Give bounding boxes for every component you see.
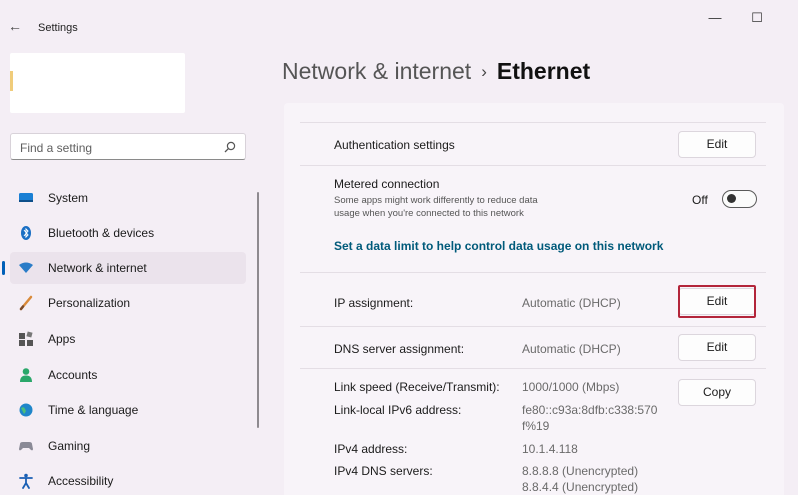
sidebar-item-apps[interactable]: Apps xyxy=(10,323,246,355)
sidebar-item-label: Accounts xyxy=(48,368,98,382)
dns-assignment-value: Automatic (DHCP) xyxy=(522,342,621,356)
app-title: Settings xyxy=(38,22,78,34)
ipv6-label: Link-local IPv6 address: xyxy=(334,403,462,417)
link-speed-label: Link speed (Receive/Transmit): xyxy=(334,380,500,394)
dns-assignment-label: DNS server assignment: xyxy=(334,342,465,356)
sidebar-item-label: Apps xyxy=(48,332,76,346)
divider xyxy=(300,368,766,369)
metered-connection-toggle[interactable] xyxy=(722,190,757,208)
metered-connection-label: Metered connection xyxy=(334,177,440,191)
sidebar-item-label: Bluetooth & devices xyxy=(48,226,155,240)
toggle-knob xyxy=(727,194,736,203)
profile-card[interactable] xyxy=(10,53,185,113)
ipv4-dns-label: IPv4 DNS servers: xyxy=(334,464,433,478)
globe-clock-icon xyxy=(19,403,33,417)
breadcrumb-parent[interactable]: Network & internet xyxy=(282,58,471,84)
page-title: Ethernet xyxy=(496,58,591,84)
divider xyxy=(300,326,766,327)
gamepad-icon xyxy=(19,442,33,451)
sidebar-item-label: System xyxy=(48,191,89,205)
dns-assignment-edit-button[interactable]: Edit xyxy=(678,334,756,361)
maximize-button[interactable]: ☐ xyxy=(742,10,772,26)
person-icon xyxy=(20,368,32,382)
title-bar: ← Settings — ☐ xyxy=(0,0,798,40)
sidebar-item-label: Gaming xyxy=(48,439,91,453)
sidebar-item-time-language[interactable]: Time & language xyxy=(10,394,246,426)
wifi-icon xyxy=(19,262,33,273)
metered-connection-description: Some apps might work differently to redu… xyxy=(334,195,538,206)
sidebar-item-network[interactable]: Network & internet xyxy=(2,252,246,284)
apps-icon xyxy=(19,331,33,346)
selection-indicator xyxy=(2,261,5,275)
ip-assignment-label: IP assignment: xyxy=(334,296,414,310)
link-speed-value: 1000/1000 (Mbps) xyxy=(522,380,620,394)
back-arrow-icon[interactable]: ← xyxy=(8,19,22,33)
sidebar-item-personalization[interactable]: Personalization xyxy=(10,287,246,319)
chevron-right-icon: › xyxy=(481,62,487,81)
sidebar-item-accounts[interactable]: Accounts xyxy=(10,359,246,391)
sidebar-item-label: Time & language xyxy=(48,403,139,417)
authentication-edit-button[interactable]: Edit xyxy=(678,131,756,158)
search-input[interactable]: Find a setting xyxy=(10,133,246,160)
sidebar-item-bluetooth[interactable]: Bluetooth & devices xyxy=(10,217,246,249)
search-icon[interactable] xyxy=(223,140,237,154)
sidebar-scrollbar[interactable] xyxy=(257,192,259,428)
ipv6-value: f%19 xyxy=(522,419,550,433)
breadcrumb: Network & internet › Ethernet xyxy=(282,58,590,85)
sidebar-item-accessibility[interactable]: Accessibility xyxy=(10,465,246,495)
divider xyxy=(300,122,766,123)
ipv6-value: fe80::c93a:8dfb:c338:570 xyxy=(522,403,658,417)
divider xyxy=(300,165,766,166)
sidebar-item-label: Network & internet xyxy=(48,261,147,275)
accessibility-icon xyxy=(19,473,33,489)
sidebar-item-gaming[interactable]: Gaming xyxy=(10,430,246,462)
ipv4-label: IPv4 address: xyxy=(334,442,408,456)
metered-connection-description: usage when you're connected to this netw… xyxy=(334,208,524,219)
system-icon xyxy=(19,193,33,202)
bluetooth-icon xyxy=(21,226,31,240)
ip-assignment-value: Automatic (DHCP) xyxy=(522,296,621,310)
search-placeholder: Find a setting xyxy=(20,141,93,155)
brush-icon xyxy=(19,295,33,311)
highlight-box xyxy=(678,285,756,318)
ipv4-value: 10.1.4.118 xyxy=(522,442,578,456)
ipv4-dns-value: 8.8.4.4 (Unencrypted) xyxy=(522,480,639,494)
minimize-button[interactable]: — xyxy=(700,10,730,25)
copy-button[interactable]: Copy xyxy=(678,379,756,406)
divider xyxy=(300,272,766,273)
sidebar-item-system[interactable]: System xyxy=(10,182,246,214)
data-limit-link[interactable]: Set a data limit to help control data us… xyxy=(334,239,663,253)
sidebar-item-label: Personalization xyxy=(48,296,131,310)
toggle-state-label: Off xyxy=(692,193,708,207)
ipv4-dns-value: 8.8.8.8 (Unencrypted) xyxy=(522,464,639,478)
sidebar-item-label: Accessibility xyxy=(48,474,114,488)
authentication-label: Authentication settings xyxy=(334,138,455,152)
